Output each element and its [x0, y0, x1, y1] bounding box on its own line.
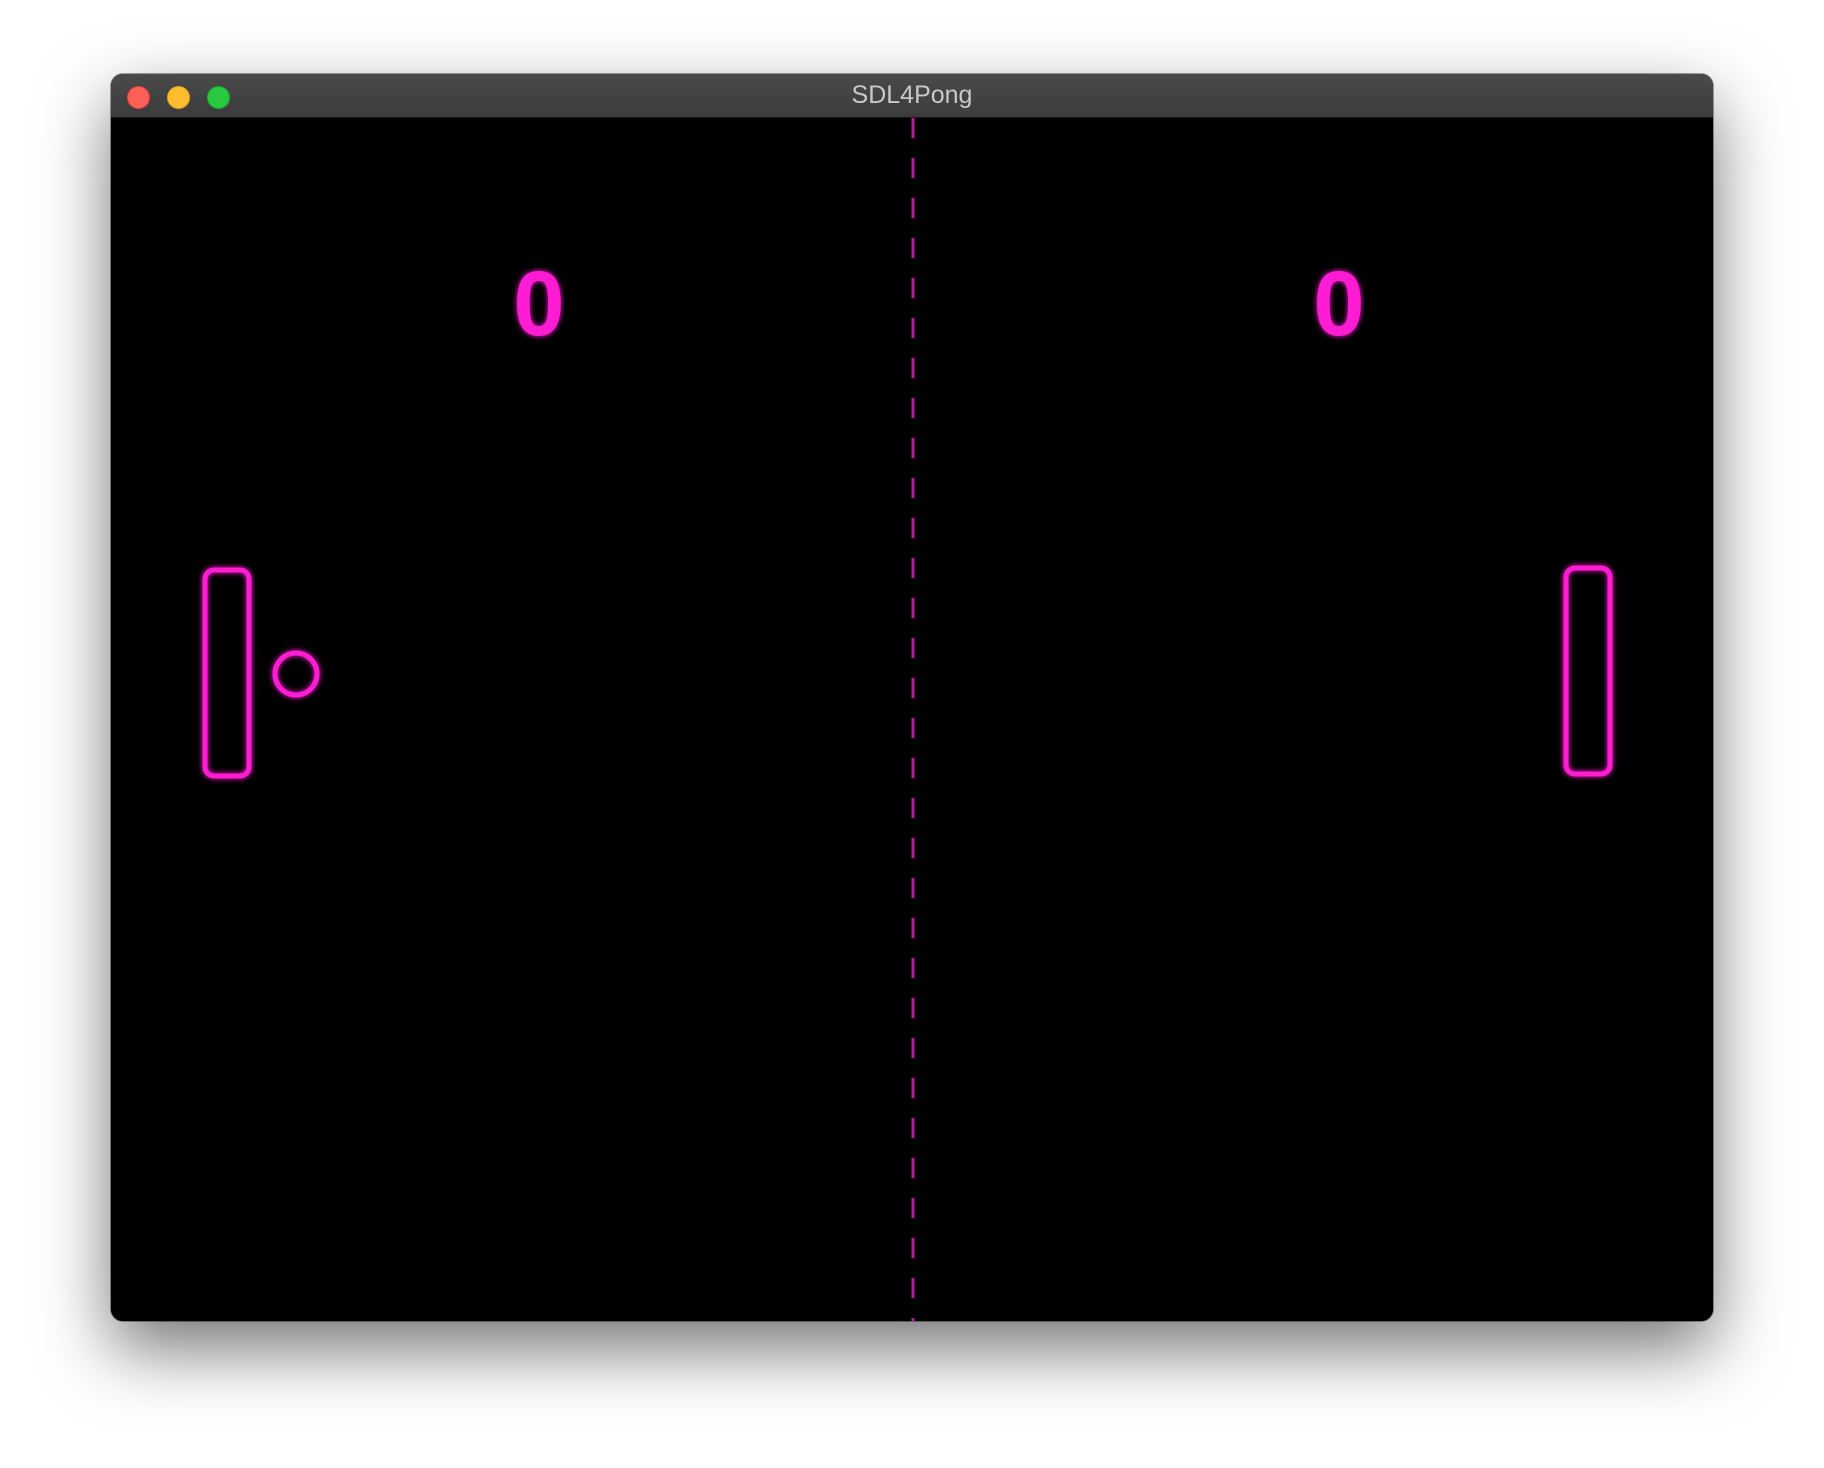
title-bar[interactable]: SDL4Pong — [111, 74, 1713, 118]
right-score: 0 — [1313, 253, 1364, 355]
ball — [272, 650, 320, 698]
game-window: SDL4Pong 0 0 — [111, 74, 1713, 1321]
playfield: 0 0 — [202, 118, 1613, 1321]
right-paddle — [1563, 565, 1613, 777]
window-title: SDL4Pong — [851, 81, 973, 109]
left-score: 0 — [513, 253, 564, 355]
left-paddle — [202, 567, 252, 779]
game-canvas[interactable]: 0 0 — [111, 118, 1713, 1321]
